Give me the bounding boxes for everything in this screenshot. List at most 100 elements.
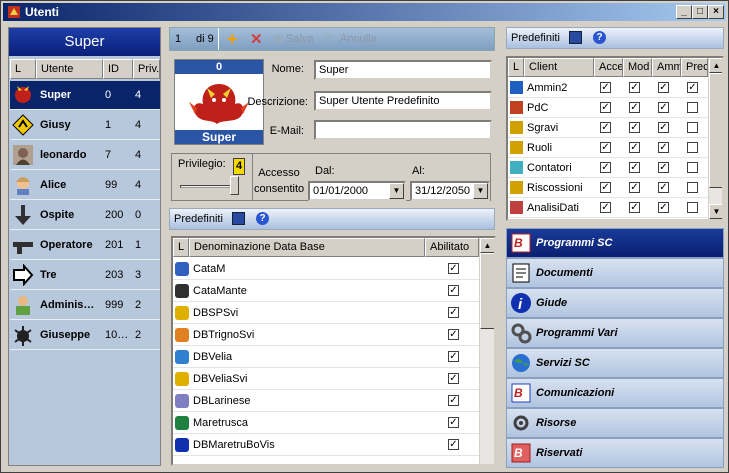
scroll-up-icon[interactable]: ▲ — [709, 58, 722, 73]
admin-checkbox[interactable]: ✓ — [658, 122, 669, 133]
user-row[interactable]: Super 0 4 — [10, 81, 160, 110]
user-row[interactable]: Operatore 201 1 — [10, 231, 160, 260]
admin-checkbox[interactable]: ✓ — [658, 202, 669, 213]
db-row[interactable]: CataM ✓ — [173, 258, 479, 280]
clients-scrollbar[interactable]: ▲ ▼ — [708, 58, 722, 219]
default-checkbox[interactable] — [687, 202, 698, 213]
modify-checkbox[interactable]: ✓ — [629, 142, 640, 153]
modify-checkbox[interactable]: ✓ — [629, 82, 640, 93]
db-col-l[interactable]: L — [173, 238, 189, 257]
client-col-l[interactable]: L — [508, 58, 524, 77]
db-enabled-checkbox[interactable]: ✓ — [448, 263, 459, 274]
access-checkbox[interactable]: ✓ — [600, 182, 611, 193]
help-icon[interactable]: ? — [593, 31, 606, 44]
user-row[interactable]: Adminis… 999 2 — [10, 291, 160, 320]
admin-checkbox[interactable]: ✓ — [658, 102, 669, 113]
client-col-default[interactable]: Prec — [681, 58, 708, 77]
save-button[interactable]: Salva — [286, 33, 314, 45]
col-header-id[interactable]: ID — [103, 59, 133, 79]
save-icon[interactable]: ▣ — [273, 32, 283, 45]
menu-item[interactable]: Programmi Vari — [506, 318, 724, 348]
user-row[interactable]: leonardo 7 4 — [10, 141, 160, 170]
access-checkbox[interactable]: ✓ — [600, 102, 611, 113]
email-field[interactable] — [314, 120, 492, 140]
menu-item[interactable]: Documenti — [506, 258, 724, 288]
db-enabled-checkbox[interactable]: ✓ — [448, 373, 459, 384]
client-row[interactable]: Contatori ✓ ✓ ✓ — [508, 158, 708, 178]
default-checkbox[interactable] — [687, 102, 698, 113]
description-field[interactable]: Super Utente Predefinito — [314, 91, 492, 111]
user-row[interactable]: Alice 99 4 — [10, 171, 160, 200]
db-enabled-checkbox[interactable]: ✓ — [448, 395, 459, 406]
add-icon[interactable]: + — [227, 29, 238, 50]
access-checkbox[interactable]: ✓ — [600, 162, 611, 173]
access-checkbox[interactable]: ✓ — [600, 142, 611, 153]
db-row[interactable]: DBMaretruBoVis ✓ — [173, 434, 479, 456]
access-checkbox[interactable]: ✓ — [600, 202, 611, 213]
client-row[interactable]: Riscossioni ✓ ✓ ✓ — [508, 178, 708, 198]
default-checkbox[interactable]: ✓ — [687, 82, 698, 93]
user-row[interactable]: Ospite 200 0 — [10, 201, 160, 230]
db-col-enabled[interactable]: Abilitato — [425, 238, 479, 257]
db-row[interactable]: Maretrusca ✓ — [173, 412, 479, 434]
chevron-down-icon[interactable]: ▼ — [389, 183, 404, 199]
scroll-up-icon[interactable]: ▲ — [480, 238, 494, 253]
save-icon[interactable] — [569, 31, 582, 44]
access-checkbox[interactable]: ✓ — [600, 82, 611, 93]
db-enabled-checkbox[interactable]: ✓ — [448, 307, 459, 318]
admin-checkbox[interactable]: ✓ — [658, 162, 669, 173]
privilege-slider-thumb[interactable] — [230, 176, 239, 195]
col-header-user[interactable]: Utente — [36, 59, 103, 79]
client-row[interactable]: AnalisiDati ✓ ✓ ✓ — [508, 198, 708, 218]
admin-checkbox[interactable]: ✓ — [658, 182, 669, 193]
client-row[interactable]: PdC ✓ ✓ ✓ — [508, 98, 708, 118]
db-row[interactable]: CataMante ✓ — [173, 280, 479, 302]
cancel-button[interactable]: Annulla — [340, 33, 377, 45]
default-checkbox[interactable] — [687, 122, 698, 133]
modify-checkbox[interactable]: ✓ — [629, 202, 640, 213]
menu-item[interactable]: i Giude — [506, 288, 724, 318]
default-checkbox[interactable] — [687, 162, 698, 173]
help-icon[interactable]: ? — [256, 212, 269, 225]
client-row[interactable]: Sgravi ✓ ✓ ✓ — [508, 118, 708, 138]
client-row[interactable]: Ruoli ✓ ✓ ✓ — [508, 138, 708, 158]
db-enabled-checkbox[interactable]: ✓ — [448, 439, 459, 450]
menu-item[interactable]: B Programmi SC — [506, 228, 724, 258]
default-checkbox[interactable] — [687, 182, 698, 193]
menu-item[interactable]: Servizi SC — [506, 348, 724, 378]
scroll-thumb[interactable] — [709, 73, 722, 188]
menu-item[interactable]: B Comunicazioni — [506, 378, 724, 408]
to-date-picker[interactable]: 31/12/2050 ▼ — [410, 181, 490, 201]
modify-checkbox[interactable]: ✓ — [629, 182, 640, 193]
undo-icon[interactable]: ↶ — [324, 32, 333, 45]
modify-checkbox[interactable]: ✓ — [629, 162, 640, 173]
modify-checkbox[interactable]: ✓ — [629, 102, 640, 113]
access-checkbox[interactable]: ✓ — [600, 122, 611, 133]
menu-item[interactable]: Risorse — [506, 408, 724, 438]
user-row[interactable]: Giuseppe 10… 2 — [10, 321, 160, 350]
db-col-name[interactable]: Denominazione Data Base — [189, 238, 425, 257]
user-row[interactable]: Tre 203 3 — [10, 261, 160, 290]
client-row[interactable]: Ammin2 ✓ ✓ ✓ ✓ — [508, 78, 708, 98]
client-col-admin[interactable]: Amm — [652, 58, 681, 77]
admin-checkbox[interactable]: ✓ — [658, 82, 669, 93]
client-col-access[interactable]: Acce — [594, 58, 623, 77]
db-enabled-checkbox[interactable]: ✓ — [448, 417, 459, 428]
save-icon[interactable] — [232, 212, 245, 225]
db-scrollbar[interactable]: ▲ — [479, 238, 494, 464]
scroll-thumb[interactable] — [480, 253, 494, 329]
menu-item[interactable]: B Riservati — [506, 438, 724, 468]
name-field[interactable]: Super — [314, 60, 492, 80]
default-checkbox[interactable] — [687, 142, 698, 153]
col-header-priv[interactable]: Priv. — [133, 59, 160, 79]
minimize-button[interactable]: _ — [676, 5, 692, 19]
db-row[interactable]: DBVeliaSvi ✓ — [173, 368, 479, 390]
col-header-l[interactable]: L — [10, 59, 36, 79]
db-enabled-checkbox[interactable]: ✓ — [448, 285, 459, 296]
db-row[interactable]: DBLarinese ✓ — [173, 390, 479, 412]
user-row[interactable]: Giusy 1 4 — [10, 111, 160, 140]
client-col-client[interactable]: Client — [524, 58, 594, 77]
maximize-button[interactable]: □ — [692, 5, 708, 19]
delete-icon[interactable]: ✕ — [250, 30, 263, 48]
modify-checkbox[interactable]: ✓ — [629, 122, 640, 133]
